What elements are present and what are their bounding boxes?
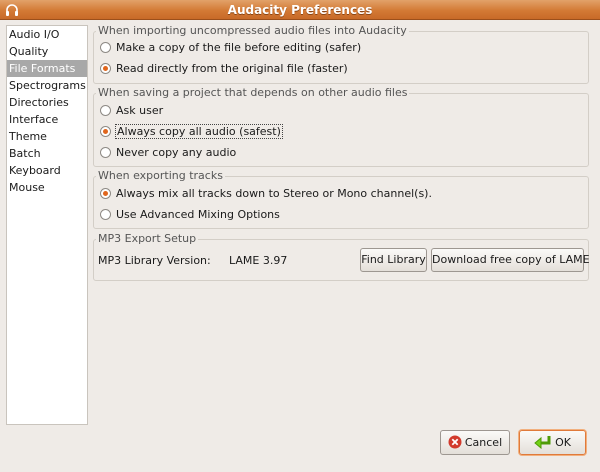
preferences-category-list[interactable]: Audio I/O Quality File Formats Spectrogr… [6, 25, 88, 425]
sidebar-item-directories[interactable]: Directories [7, 94, 87, 111]
sidebar-item-mouse[interactable]: Mouse [7, 179, 87, 196]
ok-button-label: OK [555, 436, 571, 449]
download-lame-button[interactable]: Download free copy of LAME [431, 248, 590, 272]
mp3-group-title: MP3 Export Setup [96, 232, 199, 245]
cancel-button[interactable]: Cancel [440, 430, 510, 455]
export-mix-down-label[interactable]: Always mix all tracks down to Stereo or … [116, 187, 432, 200]
import-copy-option[interactable]: Make a copy of the file before editing (… [100, 40, 361, 56]
ok-button[interactable]: OK [519, 430, 586, 455]
window-title: Audacity Preferences [227, 3, 373, 17]
mp3-export-setup-group: MP3 Export Setup MP3 Library Version: LA… [93, 232, 590, 281]
export-advanced-mixing-option[interactable]: Use Advanced Mixing Options [100, 207, 280, 223]
import-read-direct-option[interactable]: Read directly from the original file (fa… [100, 61, 348, 77]
mp3-library-version-value: LAME 3.97 [229, 254, 288, 267]
title-bar[interactable]: Audacity Preferences [0, 0, 600, 20]
sidebar-item-theme[interactable]: Theme [7, 128, 87, 145]
save-ask-user-radio[interactable] [100, 105, 111, 116]
save-project-options-group: When saving a project that depends on ot… [93, 86, 589, 167]
import-options-group: When importing uncompressed audio files … [93, 24, 589, 84]
import-copy-label[interactable]: Make a copy of the file before editing (… [116, 41, 361, 54]
save-always-copy-option[interactable]: Always copy all audio (safest) [100, 124, 283, 140]
save-ask-user-option[interactable]: Ask user [100, 103, 163, 119]
export-group-title: When exporting tracks [96, 169, 225, 182]
export-mix-down-radio[interactable] [100, 188, 111, 199]
sidebar-item-batch[interactable]: Batch [7, 145, 87, 162]
sidebar-item-interface[interactable]: Interface [7, 111, 87, 128]
save-never-copy-label[interactable]: Never copy any audio [116, 146, 236, 159]
save-group-title: When saving a project that depends on ot… [96, 86, 410, 99]
sidebar-item-file-formats[interactable]: File Formats [7, 60, 87, 77]
cancel-icon [448, 435, 462, 449]
find-library-button[interactable]: Find Library [360, 248, 427, 272]
export-advanced-mixing-label[interactable]: Use Advanced Mixing Options [116, 208, 280, 221]
import-copy-radio[interactable] [100, 42, 111, 53]
save-always-copy-radio[interactable] [100, 126, 111, 137]
export-tracks-options-group: When exporting tracks Always mix all tra… [93, 169, 589, 229]
save-never-copy-option[interactable]: Never copy any audio [100, 145, 236, 161]
sidebar-item-audio-io[interactable]: Audio I/O [7, 26, 87, 43]
save-never-copy-radio[interactable] [100, 147, 111, 158]
cancel-button-label: Cancel [464, 436, 503, 449]
import-read-direct-label[interactable]: Read directly from the original file (fa… [116, 62, 348, 75]
sidebar-item-quality[interactable]: Quality [7, 43, 87, 60]
sidebar-item-keyboard[interactable]: Keyboard [7, 162, 87, 179]
mp3-library-version-label: MP3 Library Version: [98, 254, 211, 267]
ok-arrow-icon [534, 436, 551, 449]
export-advanced-mixing-radio[interactable] [100, 209, 111, 220]
export-mix-down-option[interactable]: Always mix all tracks down to Stereo or … [100, 186, 432, 202]
save-always-copy-label[interactable]: Always copy all audio (safest) [115, 124, 283, 139]
import-read-direct-radio[interactable] [100, 63, 111, 74]
import-group-title: When importing uncompressed audio files … [96, 24, 409, 37]
save-ask-user-label[interactable]: Ask user [116, 104, 163, 117]
sidebar-item-spectrograms[interactable]: Spectrograms [7, 77, 87, 94]
